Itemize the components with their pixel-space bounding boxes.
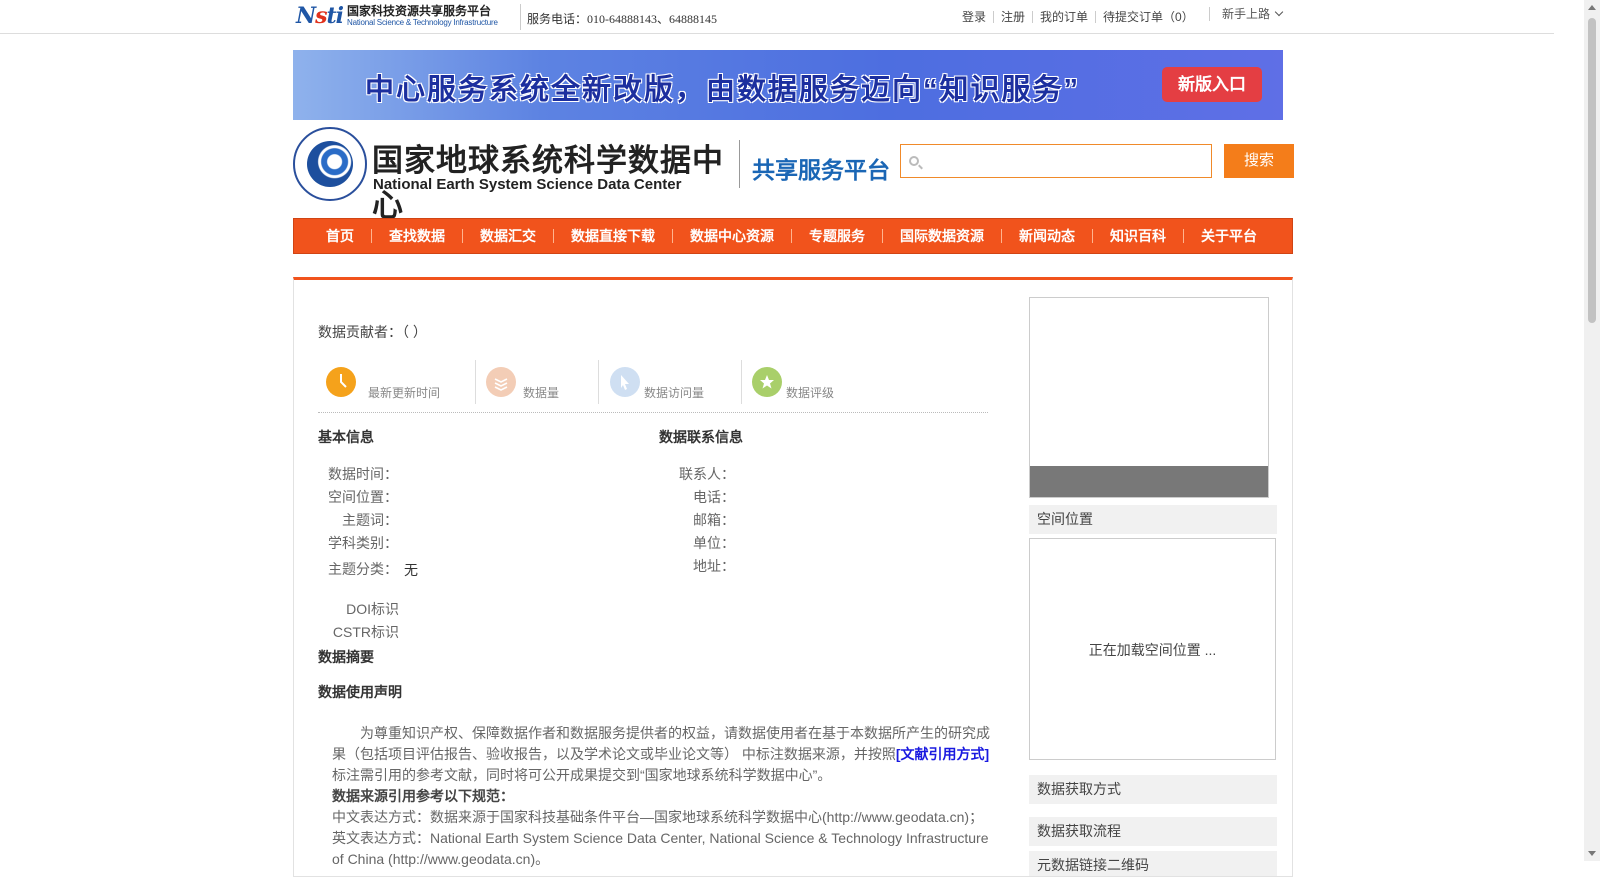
field-address: 地址： [693,558,735,574]
field-topic: 主题分类： [328,561,398,577]
nav-topic-service[interactable]: 专题服务 [791,229,882,243]
field-email: 邮箱： [693,512,735,528]
guide-label: 新手上路 [1222,7,1271,21]
field-discipline: 学科类别： [328,535,398,551]
nav-home[interactable]: 首页 [309,229,371,243]
spatial-panel-title[interactable]: 空间位置 [1029,505,1277,534]
nsti-logo[interactable]: Nsti 国家科技资源共享服务平台 National Science & Tec… [296,2,516,30]
field-spatial: 空间位置： [328,489,398,505]
topic-value: 无 [404,562,418,578]
nsti-logo-en: National Science & Technology Infrastruc… [347,18,498,27]
nsti-logo-cn: 国家科技资源共享服务平台 [347,4,492,18]
search-input[interactable] [900,144,1212,178]
doi-label: DOI标识 [346,601,399,617]
scroll-down-icon[interactable] [1588,851,1596,856]
nsti-mark-icon: Nsti [296,3,344,29]
cursor-icon [610,367,640,397]
top-links: 登录 注册 我的订单 待提交订单（0） [955,11,1201,23]
citation-cn: 中文表达方式：数据来源于国家科技基础条件平台—国家地球系统科学数据中心(http… [332,809,984,825]
field-unit: 单位： [693,535,735,551]
stats-row: 最新更新时间 数据量 数据访问量 数据评级 [318,360,988,413]
chevron-down-icon [1274,7,1284,17]
my-orders-link[interactable]: 我的订单 [1032,11,1095,23]
center-seal-icon [293,127,367,201]
stat-label: 数据访问量 [644,386,705,400]
access-method-title[interactable]: 数据获取方式 [1029,775,1277,804]
stat-rating: 数据评级 [744,360,884,412]
contributor-text: 数据贡献者：（ ） [318,324,427,340]
register-link[interactable]: 注册 [993,11,1032,23]
stat-volume: 数据量 [478,360,593,412]
center-name-en: National Earth System Science Data Cente… [373,176,682,193]
preview-image [1029,297,1269,498]
scrollbar-thumb[interactable] [1588,18,1596,323]
access-flow-title[interactable]: 数据获取流程 [1029,817,1277,846]
nav-direct-download[interactable]: 数据直接下载 [553,229,672,243]
spatial-map[interactable]: 正在加载空间位置 ... [1029,538,1276,760]
stat-label: 数据评级 [786,386,835,400]
search-button[interactable]: 搜索 [1224,144,1294,178]
nav-about[interactable]: 关于平台 [1183,229,1274,243]
field-keywords: 主题词： [342,512,398,528]
nav-data-submit[interactable]: 数据汇交 [462,229,553,243]
nav-wiki[interactable]: 知识百科 [1092,229,1183,243]
citation-link[interactable]: [文献引用方式] [896,746,989,762]
usage-text: 标注需引用的参考文献，同时将可公开成果提交到“国家地球系统科学数据中心”。 [332,767,832,783]
banner-text: 中心服务系统全新改版，由数据服务迈向“知识服务” [365,74,1081,106]
citation-heading: 数据来源引用参考以下规范： [332,788,514,804]
nav-intl-resources[interactable]: 国际数据资源 [882,229,1001,243]
field-contact-person: 联系人： [679,466,735,482]
search-icon [909,156,919,166]
stat-label: 数据量 [523,386,560,400]
nav-find-data[interactable]: 查找数据 [371,229,462,243]
usage-title: 数据使用声明 [318,684,402,700]
divider [598,360,599,404]
stat-label: 最新更新时间 [368,386,441,400]
usage-statement: 为尊重知识产权、保障数据作者和数据服务提供者的权益，请数据使用者在基于本数据所产… [332,723,992,870]
contact-info-title: 数据联系信息 [659,429,743,445]
clock-icon [326,367,356,397]
login-link[interactable]: 登录 [955,11,993,23]
layers-icon [486,367,516,397]
cstr-label: CSTR标识 [332,624,399,640]
stat-update-time: 最新更新时间 [318,360,468,412]
pending-orders-link[interactable]: 待提交订单（0） [1095,11,1201,23]
qrcode-title[interactable]: 元数据链接二维码 [1029,851,1277,876]
platform-title: 共享服务平台 [752,157,890,183]
abstract-title: 数据摘要 [318,649,374,665]
top-bar: Nsti 国家科技资源共享服务平台 National Science & Tec… [0,0,1554,34]
stat-visits: 数据访问量 [602,360,742,412]
detail-panel: 数据贡献者：（ ） 最新更新时间 数据量 数据访问量 数据评级 基本信息 数据时… [293,277,1293,877]
usage-text: 为尊重知识产权、保障数据作者和数据服务提供者的权益，请数据使用者在基于本数据所产… [332,725,990,762]
star-icon [752,367,782,397]
divider [741,360,742,404]
citation-en: 英文表达方式：National Earth System Science Dat… [332,830,989,867]
field-phone: 电话： [693,489,735,505]
divider [520,4,521,30]
nav-news[interactable]: 新闻动态 [1001,229,1092,243]
scrollbar[interactable] [1584,0,1600,861]
guide-menu[interactable]: 新手上路 [1209,7,1284,21]
image-caption-bar [1030,466,1268,497]
divider [475,360,476,404]
main-nav: 首页 查找数据 数据汇交 数据直接下载 数据中心资源 专题服务 国际数据资源 新… [293,218,1293,254]
basic-info-title: 基本信息 [318,429,374,445]
promo-banner[interactable]: 中心服务系统全新改版，由数据服务迈向“知识服务” 新版入口 [293,50,1283,120]
scroll-up-icon[interactable] [1588,5,1596,10]
field-data-time: 数据时间： [328,466,398,482]
center-logo[interactable]: 国家地球系统科学数据中心 National Earth System Scien… [293,127,733,223]
divider [739,140,740,188]
nav-center-resources[interactable]: 数据中心资源 [672,229,791,243]
new-version-button[interactable]: 新版入口 [1162,67,1262,102]
hotline-text: 服务电话：010-64888143、64888145 [527,12,717,26]
